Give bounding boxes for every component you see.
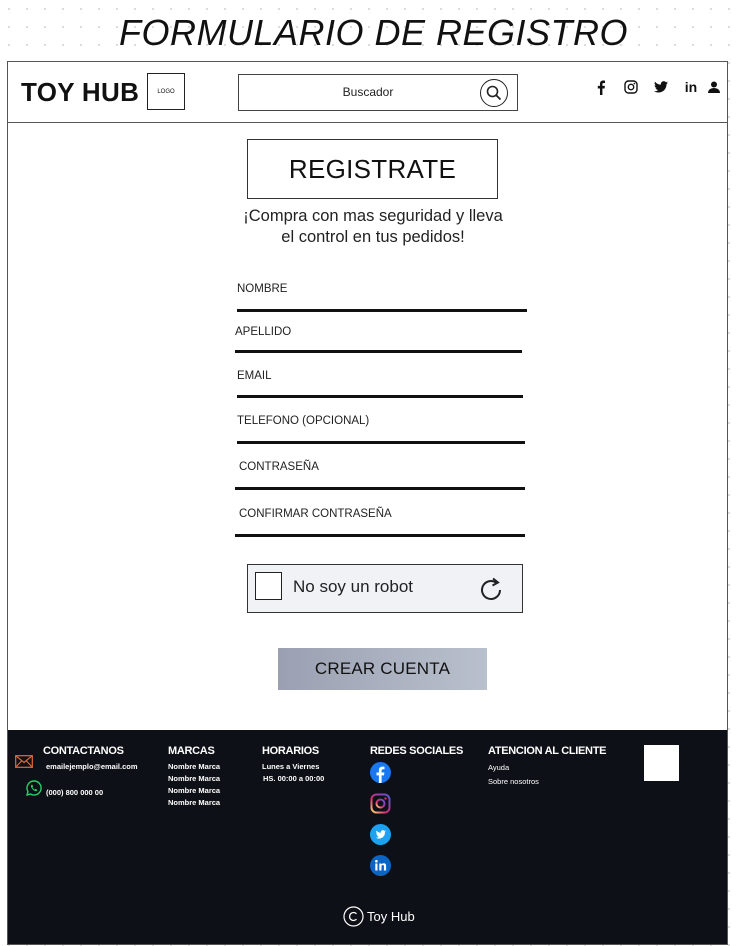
nombre-label: NOMBRE — [237, 283, 288, 295]
apellido-underline — [235, 350, 522, 353]
search-input[interactable]: Buscador — [239, 85, 497, 99]
tagline-line-2: el control en tus pedidos! — [281, 228, 465, 246]
nombre-underline — [237, 309, 527, 312]
captcha-label: No soy un robot — [293, 577, 414, 596]
confirmar-field[interactable]: CONFIRMAR CONTRASEÑA — [235, 508, 525, 537]
copyright-icon — [343, 906, 364, 927]
telefono-underline — [237, 441, 525, 444]
footer-contact: CONTACTANOS emailejemplo@email.com (000)… — [43, 745, 138, 799]
search-bar[interactable]: Buscador — [238, 74, 518, 111]
linkedin-icon[interactable]: in — [676, 78, 706, 96]
telefono-field[interactable]: TELEFONO (OPCIONAL) — [237, 415, 525, 444]
captcha-checkbox[interactable] — [255, 572, 282, 600]
captcha-widget: No soy un robot — [247, 564, 523, 613]
brand-link[interactable]: Nombre Marca — [168, 797, 220, 809]
mail-icon — [15, 755, 33, 768]
telefono-label: TELEFONO (OPCIONAL) — [237, 415, 370, 427]
twitter-icon[interactable] — [370, 824, 391, 845]
user-icon[interactable] — [706, 78, 722, 96]
footer: CONTACTANOS emailejemplo@email.com (000)… — [8, 730, 727, 944]
tagline-line-1: ¡Compra con mas seguridad y lleva — [243, 207, 503, 225]
header-social-links: in — [586, 78, 722, 96]
hours-heading: HORARIOS — [262, 745, 319, 757]
header: TOY HUB LOGO Buscador in — [8, 62, 727, 123]
contrasena-field[interactable]: CONTRASEÑA — [235, 461, 525, 490]
brand-link[interactable]: Nombre Marca — [168, 773, 220, 785]
apellido-label: APELLIDO — [235, 326, 292, 338]
footer-social: REDES SOCIALES — [370, 745, 463, 886]
brand-link[interactable]: Nombre Marca — [168, 761, 220, 773]
refresh-icon[interactable] — [476, 575, 506, 605]
social-heading: REDES SOCIALES — [370, 745, 463, 757]
tagline: ¡Compra con mas seguridad y lleva el con… — [223, 206, 523, 248]
create-account-button[interactable]: CREAR CUENTA — [278, 648, 487, 690]
email-field[interactable]: EMAIL — [237, 370, 523, 398]
confirmar-underline — [235, 534, 525, 537]
linkedin-icon[interactable] — [370, 855, 391, 876]
brand-name[interactable]: TOY HUB — [21, 77, 139, 108]
email-label: EMAIL — [237, 370, 272, 382]
copyright-text: Toy Hub — [367, 909, 415, 924]
whatsapp-icon — [26, 780, 42, 796]
about-link[interactable]: Sobre nosotros — [488, 775, 606, 789]
hours-days: Lunes a Viernes — [262, 762, 320, 771]
footer-image-placeholder — [644, 745, 679, 781]
footer-brands: MARCAS Nombre Marca Nombre Marca Nombre … — [168, 745, 220, 809]
logo-placeholder[interactable]: LOGO — [147, 73, 185, 110]
registration-page: TOY HUB LOGO Buscador in REGISTRATE ¡Com… — [7, 61, 728, 945]
twitter-icon[interactable] — [646, 78, 676, 96]
contact-email[interactable]: emailejemplo@email.com — [46, 761, 138, 773]
instagram-icon[interactable] — [616, 78, 646, 96]
facebook-icon[interactable] — [586, 78, 616, 96]
contact-phone[interactable]: (000) 800 000 00 — [46, 787, 138, 799]
apellido-field[interactable]: APELLIDO — [235, 326, 522, 353]
help-link[interactable]: Ayuda — [488, 761, 606, 775]
brands-heading: MARCAS — [168, 745, 215, 757]
contrasena-underline — [235, 487, 525, 490]
nombre-field[interactable]: NOMBRE — [237, 283, 527, 312]
confirmar-label: CONFIRMAR CONTRASEÑA — [239, 508, 392, 520]
contact-heading: CONTACTANOS — [43, 745, 124, 757]
search-button[interactable] — [480, 79, 508, 107]
contrasena-label: CONTRASEÑA — [239, 461, 319, 473]
register-heading: REGISTRATE — [247, 139, 498, 199]
copyright: Toy Hub — [343, 906, 415, 927]
instagram-icon[interactable] — [370, 793, 391, 814]
page-title: FORMULARIO DE REGISTRO — [118, 12, 629, 53]
footer-hours: HORARIOS Lunes a Viernes HS. 00:00 a 00:… — [262, 745, 324, 785]
support-heading: ATENCION AL CLIENTE — [488, 745, 607, 757]
search-icon — [486, 85, 502, 101]
facebook-icon[interactable] — [370, 762, 391, 783]
hours-time: HS. 00:00 a 00:00 — [263, 774, 325, 783]
footer-support: ATENCION AL CLIENTE Ayuda Sobre nosotros — [488, 745, 606, 789]
brand-link[interactable]: Nombre Marca — [168, 785, 220, 797]
email-underline — [237, 395, 523, 398]
